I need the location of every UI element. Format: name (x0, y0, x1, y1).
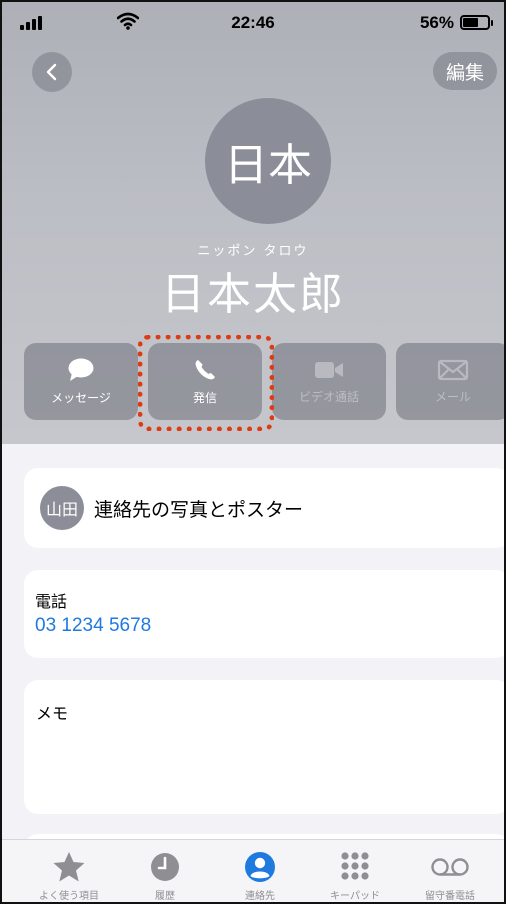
star-icon (53, 852, 85, 882)
contact-name-reading: ニッポン タロウ (197, 244, 309, 259)
battery-level (463, 18, 478, 27)
message-button[interactable]: メッセージ (24, 343, 138, 420)
contact-header: 22:46 56% 編集 日本 ニッポン タロウ 日本太郎 メッセージ 発信 ビ… (2, 2, 504, 444)
contact-avatar[interactable]: 日本 (205, 98, 331, 224)
tab-keypad[interactable]: キーパッド (305, 840, 405, 902)
photo-poster-avatar: 山田 (40, 486, 84, 530)
battery-icon (460, 15, 493, 30)
tab-favorites[interactable]: よく使う項目 (19, 840, 119, 902)
message-icon (68, 358, 94, 381)
battery-percentage: 56% (419, 13, 454, 32)
memo-card[interactable]: メモ (24, 680, 504, 814)
video-icon (315, 362, 343, 378)
photo-poster-label: 連絡先の写真とポスター (94, 498, 304, 521)
keypad-icon (341, 852, 369, 880)
tab-bar: よく使う項目 履歴 連絡先 キーパッド 留守番電話 (2, 839, 504, 902)
contact-photo-poster-card[interactable]: 山田 連絡先の写真とポスター (24, 468, 504, 548)
tab-favorites-label: よく使う項目 (39, 891, 99, 902)
phone-card[interactable]: 電話 03 1234 5678 (24, 570, 504, 658)
tab-recents-label: 履歴 (155, 891, 175, 902)
clock-icon (151, 853, 179, 881)
memo-label: メモ (36, 704, 69, 723)
phone-number-link[interactable]: 03 1234 5678 (35, 615, 151, 637)
voicemail-icon (431, 858, 469, 876)
tab-recents[interactable]: 履歴 (115, 840, 215, 902)
mail-label: メール (434, 390, 471, 404)
mail-icon (437, 359, 469, 381)
video-call-button[interactable]: ビデオ通話 (272, 343, 386, 420)
tab-voicemail-label: 留守番電話 (425, 891, 475, 902)
mail-button[interactable]: メール (396, 343, 504, 420)
tab-keypad-label: キーパッド (330, 891, 380, 902)
call-button-highlight (138, 335, 274, 431)
back-button[interactable] (32, 52, 72, 92)
tab-contacts-label: 連絡先 (245, 891, 275, 902)
chevron-left-icon (46, 63, 57, 81)
tab-voicemail[interactable]: 留守番電話 (400, 840, 500, 902)
tab-contacts[interactable]: 連絡先 (210, 840, 310, 902)
phone-field-label: 電話 (35, 592, 68, 611)
phone-screen: 22:46 56% 編集 日本 ニッポン タロウ 日本太郎 メッセージ 発信 ビ… (0, 0, 506, 904)
contact-name: 日本太郎 (161, 269, 345, 320)
edit-button[interactable]: 編集 (433, 52, 497, 90)
person-icon (245, 852, 275, 882)
video-call-label: ビデオ通話 (298, 390, 359, 404)
message-label: メッセージ (51, 391, 111, 405)
status-bar: 22:46 56% (2, 2, 504, 42)
